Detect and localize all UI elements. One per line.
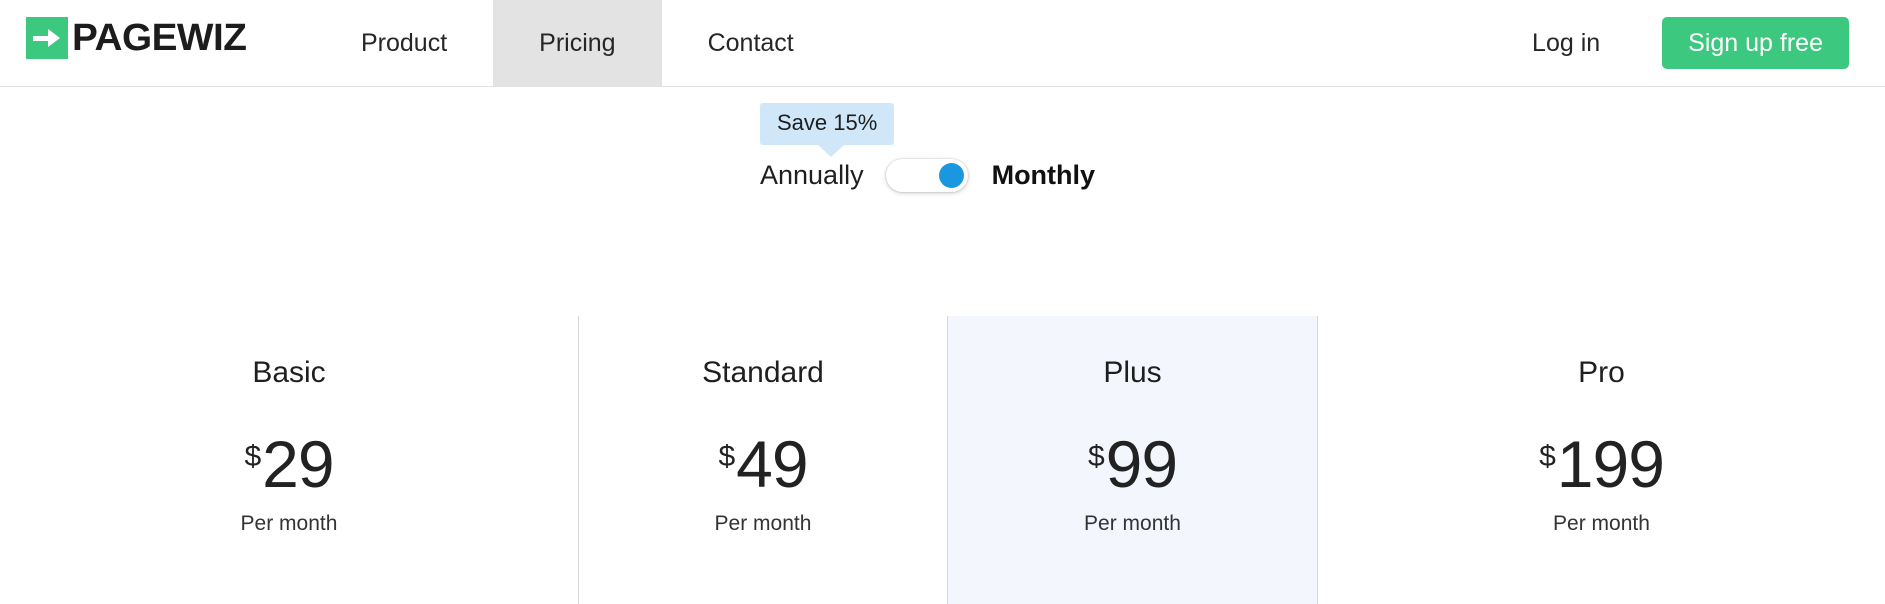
plan-price: $ 49 bbox=[718, 427, 808, 501]
nav-item-pricing[interactable]: Pricing bbox=[493, 0, 662, 86]
plan-name: Pro bbox=[1578, 356, 1625, 389]
primary-nav: Product Pricing Contact bbox=[315, 0, 840, 86]
plan-card-plus[interactable]: Plus $ 99 Per month bbox=[947, 316, 1317, 604]
save-badge: Save 15% bbox=[760, 103, 895, 157]
pricing-page: PAGEWIZ Product Pricing Contact Log in S… bbox=[0, 0, 1885, 604]
price-amount: 29 bbox=[262, 427, 334, 501]
price-amount: 49 bbox=[736, 427, 808, 501]
plan-price: $ 99 bbox=[1087, 427, 1178, 501]
brand-logo[interactable]: PAGEWIZ bbox=[26, 17, 247, 59]
plan-period: Per month bbox=[1084, 511, 1181, 535]
plan-name: Basic bbox=[252, 356, 326, 389]
plan-card-pro[interactable]: Pro $ 199 Per month bbox=[1317, 316, 1885, 604]
plan-card-basic[interactable]: Basic $ 29 Per month bbox=[0, 316, 578, 604]
logo-wordmark: PAGEWIZ bbox=[72, 17, 247, 59]
site-header: PAGEWIZ Product Pricing Contact Log in S… bbox=[0, 0, 1885, 87]
price-currency: $ bbox=[1087, 440, 1105, 473]
plan-period: Per month bbox=[240, 511, 338, 535]
billing-period-section: Save 15% Annually Monthly bbox=[0, 87, 1885, 217]
signup-free-button[interactable]: Sign up free bbox=[1662, 17, 1849, 69]
arrow-right-icon bbox=[26, 17, 68, 59]
toggle-knob bbox=[938, 162, 964, 188]
plan-price: $ 29 bbox=[244, 427, 334, 501]
plan-period: Per month bbox=[714, 511, 812, 535]
price-amount: 199 bbox=[1556, 427, 1665, 501]
nav-item-contact[interactable]: Contact bbox=[662, 0, 840, 86]
price-currency: $ bbox=[244, 440, 262, 473]
plan-period: Per month bbox=[1553, 511, 1650, 535]
plan-card-standard[interactable]: Standard $ 49 Per month bbox=[578, 316, 947, 604]
nav-item-product[interactable]: Product bbox=[315, 0, 493, 86]
plan-price: $ 199 bbox=[1539, 427, 1665, 501]
login-link[interactable]: Log in bbox=[1532, 29, 1600, 58]
billing-label-annually[interactable]: Annually bbox=[760, 160, 864, 191]
billing-label-monthly[interactable]: Monthly bbox=[992, 160, 1095, 191]
plan-name: Standard bbox=[702, 356, 824, 389]
price-amount: 99 bbox=[1105, 427, 1178, 501]
price-currency: $ bbox=[1539, 440, 1556, 473]
account-nav: Log in Sign up free bbox=[1532, 0, 1885, 86]
price-currency: $ bbox=[718, 440, 736, 473]
plan-name: Plus bbox=[1103, 356, 1162, 389]
billing-toggle-row: Annually Monthly bbox=[760, 151, 1095, 199]
pricing-plans: Basic $ 29 Per month Standard $ 49 Per m… bbox=[0, 316, 1885, 604]
billing-period-toggle[interactable] bbox=[885, 158, 968, 192]
